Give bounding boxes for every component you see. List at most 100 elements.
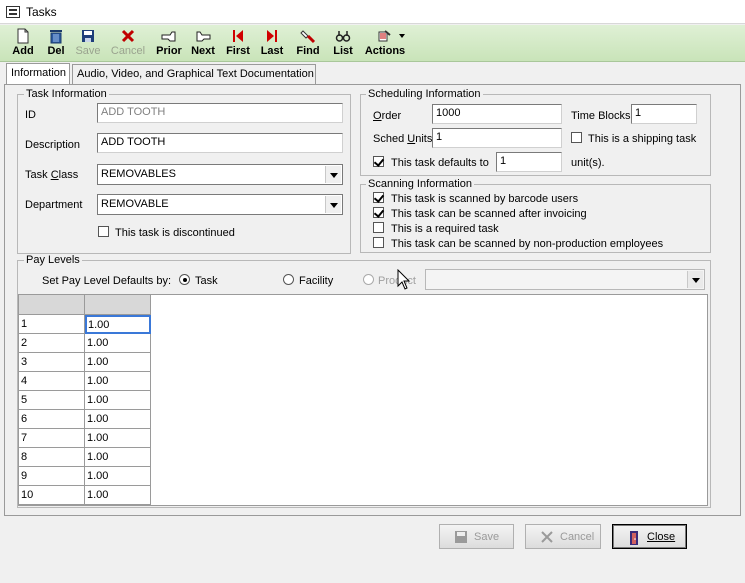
task-information-legend: Task Information <box>24 88 109 100</box>
grid-cell-pay-level[interactable]: 1.00 <box>85 429 151 448</box>
grid-cell-pay-level[interactable]: 1.00 <box>85 353 151 372</box>
grid-cell-pay-level[interactable]: 1.00 <box>85 410 151 429</box>
grid-row-header[interactable]: 10 <box>19 486 85 505</box>
grid-cell-pay-level[interactable]: 1.00 <box>85 372 151 391</box>
add-button[interactable]: Add <box>6 25 40 62</box>
pointing-hand-left-icon <box>161 31 176 42</box>
trash-icon <box>50 30 62 44</box>
task-radio-label: Task <box>195 275 218 287</box>
next-button[interactable]: Next <box>188 25 218 62</box>
non-production-scan-label: This task can be scanned by non-producti… <box>391 238 664 250</box>
save-toolbar-button[interactable]: Save <box>72 25 104 62</box>
close-button[interactable]: Close <box>612 524 687 549</box>
description-field[interactable]: ADD TOOTH <box>97 133 343 153</box>
pay-levels-legend: Pay Levels <box>24 254 82 266</box>
grid-row-header[interactable]: 8 <box>19 448 85 467</box>
grid-cell-pay-level[interactable]: 1.00 <box>85 448 151 467</box>
tab-information[interactable]: Information <box>6 63 70 85</box>
id-field[interactable]: ADD TOOTH <box>97 103 343 123</box>
chevron-down-icon[interactable] <box>687 271 703 288</box>
pointing-hand-right-icon <box>196 31 211 42</box>
department-value: REMOVABLE <box>101 198 169 210</box>
first-button[interactable]: First <box>222 25 254 62</box>
title-bar: Tasks <box>0 0 745 24</box>
sched-units-label: Sched Units <box>373 133 433 145</box>
save-button[interactable]: Save <box>439 524 514 549</box>
delete-button[interactable]: Del <box>40 25 72 62</box>
department-select[interactable]: REMOVABLE <box>97 194 343 215</box>
product-select[interactable] <box>425 269 705 290</box>
flashlight-icon <box>300 30 316 44</box>
window-title: Tasks <box>26 5 57 19</box>
toolbar: Add Del Save Cancel Prior Next First Las… <box>0 25 745 62</box>
department-label: Department <box>25 199 83 211</box>
sched-units-field[interactable]: 1 <box>432 128 562 148</box>
units-suffix-label: unit(s). <box>571 157 605 169</box>
grid-row-header[interactable]: 3 <box>19 353 85 372</box>
grid-corner-header <box>19 295 85 315</box>
order-label: Order <box>373 110 402 122</box>
time-blocks-field[interactable]: 1 <box>631 104 697 124</box>
grid-row-header[interactable]: 1 <box>19 315 85 334</box>
id-label: ID <box>25 109 36 121</box>
discontinued-checkbox[interactable] <box>98 226 109 237</box>
scheduling-information-legend: Scheduling Information <box>366 88 483 100</box>
task-class-value: REMOVABLES <box>101 168 176 180</box>
shipping-task-checkbox[interactable] <box>571 132 582 143</box>
app-icon <box>6 6 20 18</box>
find-button[interactable]: Find <box>292 25 324 62</box>
task-defaults-checkbox[interactable] <box>373 156 384 167</box>
task-class-select[interactable]: REMOVABLES <box>97 164 343 185</box>
cancel-toolbar-button[interactable]: Cancel <box>106 25 150 62</box>
scanning-information-legend: Scanning Information <box>366 178 474 190</box>
cancel-x-icon <box>541 531 553 543</box>
cancel-button[interactable]: Cancel <box>525 524 601 549</box>
cancel-x-icon <box>121 29 135 43</box>
facility-radio[interactable] <box>283 274 294 285</box>
facility-radio-label: Facility <box>299 275 334 287</box>
floppy-disk-icon <box>455 531 467 543</box>
grid-cell-pay-level[interactable]: 1.00 <box>85 391 151 410</box>
product-radio[interactable] <box>363 274 374 285</box>
prior-button[interactable]: Prior <box>152 25 186 62</box>
grid-cell-pay-level[interactable]: 1.00 <box>85 467 151 486</box>
grid-row-header[interactable]: 7 <box>19 429 85 448</box>
task-class-label: Task Class <box>25 169 79 181</box>
description-label: Description <box>25 139 81 151</box>
grid-row-header[interactable]: 9 <box>19 467 85 486</box>
grid-row-header[interactable]: 5 <box>19 391 85 410</box>
scanned-after-invoicing-label: This task can be scanned after invoicing <box>391 208 587 220</box>
tab-audio-video-documentation[interactable]: Audio, Video, and Graphical Text Documen… <box>72 64 316 84</box>
grid-row-header[interactable]: 2 <box>19 334 85 353</box>
grid-cell-pay-level[interactable]: 1.00 <box>85 486 151 505</box>
scanned-by-barcode-label: This task is scanned by barcode users <box>391 193 579 205</box>
grid-cell-pay-level[interactable]: 1.00 <box>85 315 151 334</box>
scanned-after-invoicing-checkbox[interactable] <box>373 207 384 218</box>
grid-cell-pay-level[interactable]: 1.00 <box>85 334 151 353</box>
door-exit-icon <box>630 531 638 545</box>
last-button[interactable]: Last <box>256 25 288 62</box>
binoculars-icon <box>335 31 351 42</box>
chevron-down-icon[interactable] <box>325 166 341 183</box>
last-record-icon <box>267 30 277 42</box>
task-radio[interactable] <box>179 274 190 285</box>
dropdown-arrow-icon <box>399 34 405 38</box>
grid-row-header[interactable]: 4 <box>19 372 85 391</box>
set-pay-level-defaults-label: Set Pay Level Defaults by: <box>42 275 172 287</box>
grid-row-header[interactable]: 6 <box>19 410 85 429</box>
list-button[interactable]: List <box>328 25 358 62</box>
scanned-by-barcode-checkbox[interactable] <box>373 192 384 203</box>
task-defaults-units-field[interactable]: 1 <box>496 152 562 172</box>
pay-levels-grid[interactable]: 1 1.00 2 1.00 3 1.00 4 1.00 5 1.00 6 1.00 7 1.00 8 1.00… <box>18 294 708 506</box>
floppy-disk-icon <box>82 30 94 42</box>
actions-menu-button[interactable]: Actions <box>362 25 408 62</box>
time-blocks-label: Time Blocks <box>571 110 631 122</box>
new-document-icon <box>17 28 29 44</box>
mouse-cursor-icon <box>397 269 411 290</box>
chevron-down-icon[interactable] <box>325 196 341 213</box>
required-task-checkbox[interactable] <box>373 222 384 233</box>
required-task-label: This is a required task <box>391 223 499 235</box>
order-field[interactable]: 1000 <box>432 104 562 124</box>
grid-column-header[interactable] <box>85 295 151 315</box>
non-production-scan-checkbox[interactable] <box>373 237 384 248</box>
